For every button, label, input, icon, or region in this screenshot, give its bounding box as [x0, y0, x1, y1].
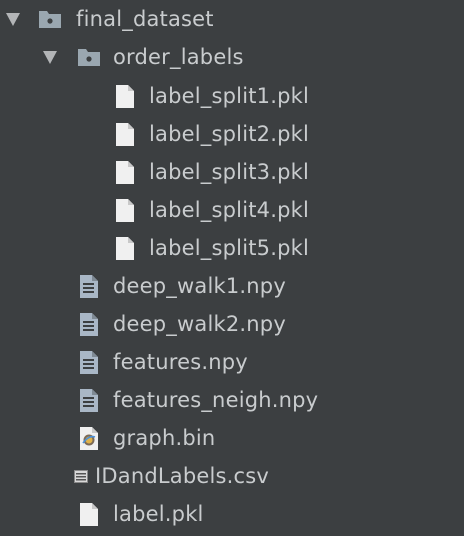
tree-item-file[interactable]: deep_walk2.npy	[0, 305, 464, 343]
folder-icon	[39, 11, 61, 28]
text-file-icon	[80, 389, 98, 412]
csv-file-icon	[74, 470, 88, 483]
tree-item-label: label_split2.pkl	[149, 122, 310, 146]
tree-item-label: deep_walk2.npy	[113, 312, 286, 336]
tree-item-label: graph.bin	[113, 426, 216, 450]
tree-item-file[interactable]: label_split3.pkl	[0, 153, 464, 191]
project-tree: final_dataset order_labels label_split1.…	[0, 0, 464, 536]
expand-arrow-icon[interactable]	[43, 51, 57, 64]
folder-icon	[78, 49, 100, 66]
tree-item-label: label_split1.pkl	[149, 84, 310, 108]
tree-item-label: deep_walk1.npy	[113, 274, 286, 298]
tree-item-label: final_dataset	[76, 7, 214, 31]
tree-item-file[interactable]: label.pkl	[0, 495, 464, 533]
file-icon	[116, 85, 134, 108]
tree-item-label: order_labels	[113, 45, 244, 69]
tree-item-file[interactable]: features_neigh.npy	[0, 381, 464, 419]
text-file-icon	[80, 275, 98, 298]
tree-item-file[interactable]: deep_walk1.npy	[0, 267, 464, 305]
tree-item-file[interactable]: label_split2.pkl	[0, 115, 464, 153]
tree-item-label: label_split4.pkl	[149, 198, 310, 222]
tree-item-label: features_neigh.npy	[113, 388, 319, 412]
tree-item-label: label_split3.pkl	[149, 160, 310, 184]
tree-item-file[interactable]: graph.bin	[0, 419, 464, 457]
tree-item-final-dataset[interactable]: final_dataset	[0, 0, 464, 38]
tree-item-label: features.npy	[113, 350, 248, 374]
text-file-icon	[80, 351, 98, 374]
file-icon	[116, 161, 134, 184]
tree-item-file[interactable]: label_split4.pkl	[0, 191, 464, 229]
tree-item-file[interactable]: features.npy	[0, 343, 464, 381]
file-icon	[116, 199, 134, 222]
file-icon	[116, 237, 134, 260]
tree-item-file[interactable]: IDandLabels.csv	[0, 457, 464, 495]
tree-item-file[interactable]: label_split5.pkl	[0, 229, 464, 267]
tree-item-order-labels[interactable]: order_labels	[0, 38, 464, 76]
tree-item-file[interactable]: label_split1.pkl	[0, 77, 464, 115]
expand-arrow-icon[interactable]	[6, 13, 20, 26]
file-icon	[80, 503, 98, 526]
tree-item-label: label.pkl	[113, 502, 204, 526]
tree-item-label: label_split5.pkl	[149, 236, 310, 260]
binary-file-icon	[80, 427, 98, 450]
tree-item-label: IDandLabels.csv	[95, 464, 270, 488]
text-file-icon	[80, 313, 98, 336]
file-icon	[116, 123, 134, 146]
